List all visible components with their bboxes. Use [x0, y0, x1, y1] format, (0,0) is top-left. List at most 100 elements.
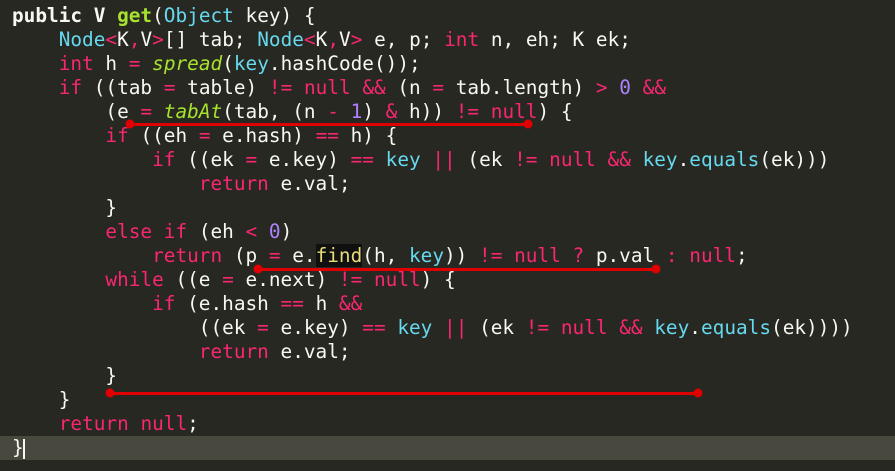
code-line[interactable]: return (p = e.find(h, key)) != null ? p.… [12, 244, 748, 268]
code-line[interactable]: if ((ek = e.key) == key || (ek != null &… [12, 148, 829, 172]
code-token: != [338, 268, 363, 291]
annotation-underline-tabat [130, 123, 528, 126]
code-token: && [607, 148, 631, 171]
code-line[interactable]: } [12, 364, 117, 388]
code-token: } [12, 364, 118, 387]
code-token: if [152, 292, 176, 315]
code-line[interactable]: return null; [12, 412, 199, 436]
code-line[interactable]: return e.val; [12, 172, 351, 196]
code-token: 0 [268, 220, 281, 243]
code-token: e, p; [362, 28, 445, 51]
code-token: key [385, 148, 421, 171]
code-token: || [432, 148, 456, 171]
code-token: null [689, 244, 736, 267]
code-token: null [373, 268, 421, 291]
annotation-underline-loop-end [110, 392, 698, 395]
code-token: } [12, 436, 24, 459]
code-token: && [338, 292, 363, 315]
code-token: < [303, 28, 316, 51]
code-line[interactable]: (e = tabAt(tab, (n - 1) & h)) != null) { [12, 100, 572, 124]
code-token: null [140, 412, 188, 435]
code-token: } [12, 196, 118, 219]
code-token: ? [572, 244, 585, 267]
code-token: null [303, 76, 351, 99]
code-line[interactable]: public V get(Object key) { [12, 4, 316, 28]
annotation-dot [125, 119, 135, 129]
code-token: return [198, 340, 269, 363]
code-token: p.val [584, 244, 666, 267]
code-token: if [105, 124, 129, 147]
code-token: key [642, 148, 678, 171]
annotation-dot [523, 119, 533, 129]
annotation-dot [651, 264, 661, 274]
code-token: null [514, 244, 561, 267]
annotation-dot [253, 264, 263, 274]
code-token: find [315, 244, 363, 267]
code-line[interactable]: } [12, 436, 24, 460]
code-token: .hashCode()); [268, 52, 421, 75]
code-token: = [245, 148, 258, 171]
code-token: ((ek [12, 316, 258, 339]
code-token: h [303, 292, 339, 315]
code-token: = [163, 76, 176, 99]
code-token: ) [362, 100, 386, 123]
code-token: = [128, 52, 141, 75]
code-line[interactable]: ((ek = e.key) == key || (ek != null && k… [12, 316, 853, 340]
code-token: (e.hash [175, 292, 281, 315]
code-token: int [58, 52, 94, 75]
code-token: 1 [350, 100, 363, 123]
code-editor[interactable]: public V get(Object key) { Node<K,V>[] t… [0, 0, 895, 471]
code-line[interactable]: return e.val; [12, 340, 351, 364]
code-token: < [105, 28, 118, 51]
code-token: if [163, 220, 188, 243]
code-token: ((e [163, 268, 223, 291]
code-token: tabAt [163, 100, 223, 123]
code-token: && [619, 316, 643, 339]
code-line[interactable]: Node<K,V>[] tab; Node<K,V> e, p; int n, … [12, 28, 631, 52]
code-token: > [350, 28, 363, 51]
code-line[interactable]: if (e.hash == h && [12, 292, 362, 316]
code-token: (ek)))) [771, 316, 853, 339]
code-line[interactable]: } [12, 388, 71, 412]
code-line[interactable]: if ((tab = table) != null && (n = tab.le… [12, 76, 666, 100]
code-token: || [444, 316, 468, 339]
code-token: public V [12, 4, 118, 27]
code-token: key [233, 52, 269, 75]
code-line[interactable]: if ((eh = e.hash) == h) { [12, 124, 397, 148]
code-token: == [280, 292, 304, 315]
code-token: ((ek [175, 148, 246, 171]
code-token: (p [222, 244, 269, 267]
code-token: (tab, (n [222, 100, 328, 123]
code-line[interactable]: while ((e = e.next) != null) { [12, 268, 455, 292]
code-line[interactable]: int h = spread(key.hashCode()); [12, 52, 421, 76]
code-token: (h, [362, 244, 409, 267]
code-token: ) [280, 220, 293, 243]
code-token: e.next) [233, 268, 339, 291]
code-token: n, eh; K ek; [479, 28, 631, 51]
code-token: e.val; [268, 172, 351, 195]
code-line[interactable]: else if (eh < 0) [12, 220, 292, 244]
code-token: null [560, 316, 608, 339]
code-line[interactable]: } [12, 196, 117, 220]
code-token: h)) [397, 100, 456, 123]
code-token: = [432, 76, 445, 99]
code-token: e.key) [257, 148, 351, 171]
